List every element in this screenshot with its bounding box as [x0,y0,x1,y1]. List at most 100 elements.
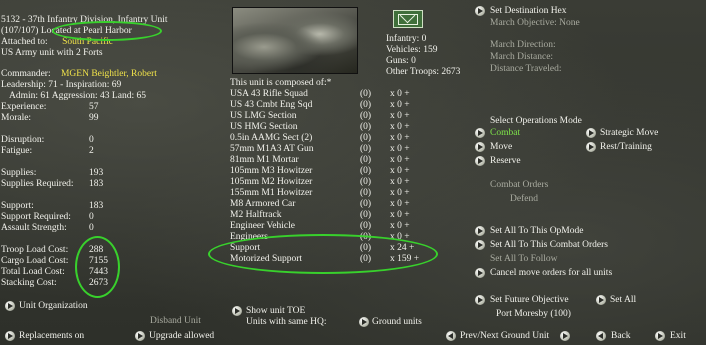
upgrade-toggle[interactable]: Upgrade allowed [149,331,214,342]
device-name: 81mm M1 Mortar [230,155,299,165]
device-qty: (0) [360,210,372,220]
set-destination-button-icon[interactable] [475,6,485,16]
device-name: US LMG Section [230,111,297,121]
set-all-objective-button[interactable]: Set All [610,295,636,306]
strategic-radio-icon[interactable] [586,128,596,138]
future-objective-icon[interactable] [475,295,485,305]
device-qty: (0) [360,111,372,121]
commander-name[interactable]: MGEN Beightler, Robert [61,69,157,79]
stat-label: Total Load Cost: [1,267,65,277]
future-objective-value: Port Moresby (100) [496,309,571,319]
unit-title: 5132 - 37th Infantry Division, Infantry … [1,15,168,25]
stat-value: 7443 [89,267,108,277]
cancel-move-icon[interactable] [475,268,485,278]
next-unit-arrow-icon[interactable] [560,331,570,341]
device-count: x 0 + [390,210,410,220]
stat-value: 288 [89,245,104,255]
device-name: USA 43 Rifle Squad [230,89,308,99]
stat-label: Experience: [1,102,47,112]
device-name: 155mm M1 Howitzer [230,188,313,198]
unit-header: 5132 - 37th Infantry Division, Infantry … [1,15,168,59]
distance-traveled: Distance Traveled: [490,64,562,74]
show-toe-button[interactable]: Show unit TOE [246,306,305,317]
back-arrow-icon[interactable] [596,331,606,341]
stat-label: Assault Strength: [1,223,67,233]
device-qty: (0) [360,100,372,110]
disband-unit-button[interactable]: Disband Unit [150,316,201,327]
attached-to-link[interactable]: South Pacific [62,37,113,47]
mail-envelope-icon[interactable] [393,10,423,28]
set-all-orders-button[interactable]: Set All To This Combat Orders [490,240,608,251]
exit-arrow-icon[interactable] [655,331,665,341]
unit-stats: Experience: 57 Morale: 99 Disruption: 0 Fat… [1,102,131,292]
device-qty: (0) [360,177,372,187]
replacements-toggle[interactable]: Replacements on [19,331,84,342]
upgrade-toggle-icon[interactable] [135,331,145,341]
device-count: x 0 + [390,111,410,121]
device-qty: (0) [360,199,372,209]
device-count: x 0 + [390,89,410,99]
exit-button[interactable]: Exit [670,331,686,342]
troop-counts: Infantry: 0 Vehicles: 159 Guns: 0 Other … [386,34,460,78]
device-name: 105mm M2 Howitzer [230,177,313,187]
device-qty: (0) [360,144,372,154]
set-destination-button[interactable]: Set Destination Hex [490,6,567,17]
strategic-move-option[interactable]: Strategic Move [600,128,658,139]
device-qty: (0) [360,155,372,165]
future-objective-button[interactable]: Set Future Objective [490,295,569,306]
march-distance: March Distance: [490,52,554,62]
prev-unit-arrow-icon[interactable] [446,331,456,341]
march-objective: March Objective: None [490,18,580,28]
stat-label: Supplies: [1,168,37,178]
combat-mode-option[interactable]: Combat [490,128,520,139]
combat-orders-label: Combat Orders [490,180,549,190]
device-name: Engineer Vehicle [230,221,295,231]
ground-units-button[interactable]: Ground units [372,317,422,328]
unit-location: Pearl Harbor [83,26,132,36]
move-radio-icon[interactable] [475,142,485,152]
set-all-opmode-button[interactable]: Set All To This OpMode [490,226,583,237]
set-all-opmode-icon[interactable] [475,226,485,236]
same-hq-label: Units with same HQ: [246,317,327,327]
device-qty: (0) [360,133,372,143]
reserve-mode-option[interactable]: Reserve [490,156,521,167]
set-all-follow-button[interactable]: Set All To Follow [490,254,558,265]
device-count: x 0 + [390,166,410,176]
stat-value: 193 [89,168,104,178]
unit-strength: (107/107) [1,26,39,36]
stat-label: Disruption: [1,135,45,145]
cancel-move-button[interactable]: Cancel move orders for all units [490,268,612,279]
ops-mode-heading: Select Operations Mode [490,116,582,126]
show-toe-icon[interactable] [232,306,242,316]
replacements-toggle-icon[interactable] [5,331,15,341]
attached-line: Attached to: South Pacific [1,37,168,48]
rest-training-option[interactable]: Rest/Training [600,142,652,153]
device-name: Motorized Support [230,254,303,264]
rest-radio-icon[interactable] [586,142,596,152]
infantry-count: Infantry: 0 [386,34,427,44]
commander-ratings-2: Admin: 61 Aggression: 43 Land: 65 [9,91,146,101]
stat-value: 183 [89,179,104,189]
device-count: x 0 + [390,199,410,209]
set-all-objective-icon[interactable] [596,295,606,305]
device-name: US 43 Cmbt Eng Sqd [230,100,313,110]
set-all-orders-icon[interactable] [475,240,485,250]
unit-organization-button[interactable]: Unit Organization [19,301,88,312]
back-button[interactable]: Back [611,331,631,342]
move-mode-option[interactable]: Move [490,142,512,153]
device-name: 105mm M3 Howitzer [230,166,313,176]
device-name: US HMG Section [230,122,298,132]
stat-label: Support: [1,201,34,211]
stat-label: Troop Load Cost: [1,245,69,255]
combat-radio-icon[interactable] [475,128,485,138]
ground-units-icon[interactable] [359,317,369,327]
reserve-radio-icon[interactable] [475,156,485,166]
composition-heading: This unit is composed of:* [230,78,332,88]
device-qty: (0) [360,166,372,176]
stat-value: 183 [89,201,104,211]
device-count: x 0 + [390,144,410,154]
stat-label: Cargo Load Cost: [1,256,69,266]
device-qty: (0) [360,89,372,99]
unit-type: US Army unit with 2 Forts [1,48,103,58]
unit-organization-icon[interactable] [5,301,15,311]
